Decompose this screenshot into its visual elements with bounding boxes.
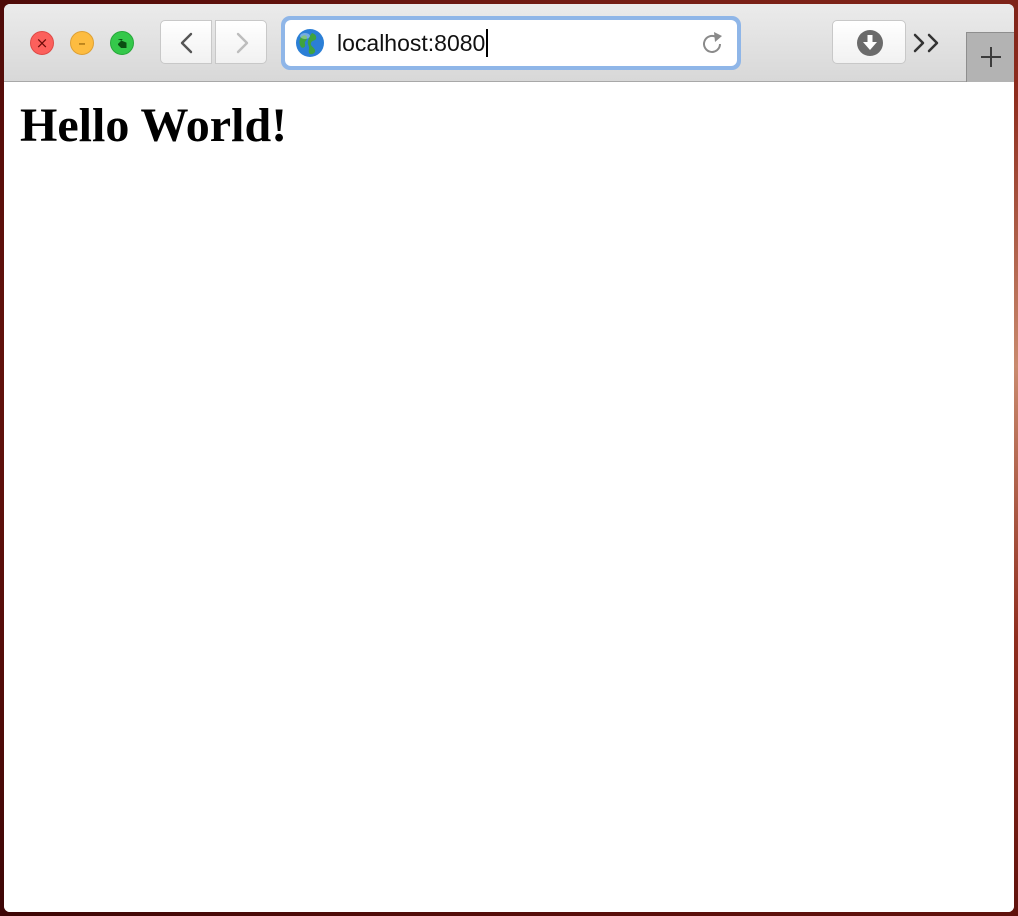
chevron-left-icon [180, 32, 193, 54]
zoom-window-button[interactable] [110, 31, 134, 55]
reload-icon[interactable] [698, 30, 726, 58]
forward-button[interactable] [215, 20, 267, 64]
url-text: localhost:8080 [337, 30, 486, 56]
back-button[interactable] [160, 20, 212, 64]
browser-window: × – localhost:8080 Hello World! [4, 4, 1014, 912]
browser-toolbar: × – localhost:8080 [4, 4, 1014, 82]
text-caret [486, 28, 489, 57]
new-tab-button[interactable] [966, 32, 1014, 82]
page-heading: Hello World! [20, 99, 288, 152]
minimize-icon: – [78, 34, 86, 52]
chevron-right-icon [236, 32, 249, 54]
close-icon: × [35, 34, 49, 52]
plus-icon [981, 47, 1001, 67]
url-field[interactable]: localhost:8080 [337, 20, 489, 66]
address-bar[interactable]: localhost:8080 [285, 20, 737, 66]
fullscreen-icon [117, 39, 127, 48]
downloads-button[interactable] [832, 20, 906, 64]
page-content: Hello World! [4, 82, 1014, 912]
minimize-window-button[interactable]: – [70, 31, 94, 55]
download-icon [857, 30, 883, 56]
double-chevron-right-icon[interactable] [910, 30, 944, 56]
close-window-button[interactable]: × [30, 31, 54, 55]
globe-icon [296, 29, 324, 57]
